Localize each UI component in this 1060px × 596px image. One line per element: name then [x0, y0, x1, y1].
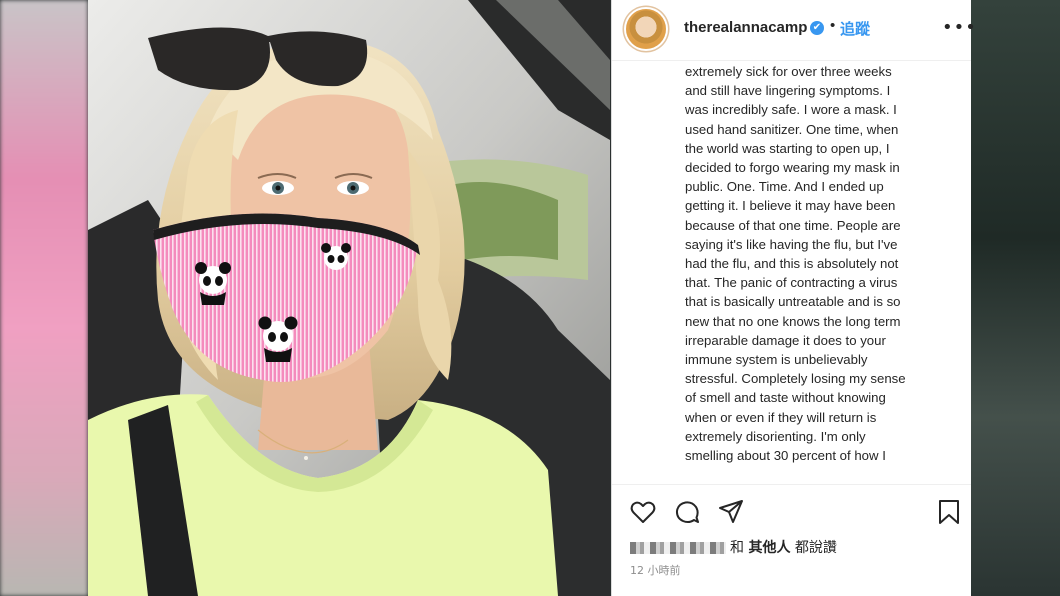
likes-others[interactable]: 其他人	[748, 540, 790, 556]
caption-line: that. The panic of contracting a virus	[685, 275, 898, 291]
post-timestamp[interactable]: 12 小時前	[630, 562, 681, 578]
caption-line: stressful. Completely losing my sense	[685, 371, 906, 387]
caption-line: getting it. I believe it may have been	[685, 198, 896, 214]
caption-line: because of that one time. People are	[685, 217, 901, 233]
avatar[interactable]	[626, 9, 666, 49]
blurred-background-left	[0, 0, 88, 596]
caption-line: public. One. Time. And I ended up	[685, 179, 884, 195]
likes-summary[interactable]: 和 其他人 都說讚	[630, 537, 837, 557]
caption-line: the world was starting to open up, I	[685, 140, 890, 156]
redacted-liker-names	[630, 542, 726, 554]
follow-button[interactable]: 追蹤	[840, 18, 870, 39]
caption-line: had the flu, and this is absolutely not	[685, 256, 899, 272]
blurred-background-right	[970, 0, 1060, 596]
post-header: therealannacamp ✔ • 追蹤 •••	[612, 0, 976, 61]
verified-badge-icon: ✔	[810, 21, 824, 35]
caption-line: decided to forgo wearing my mask in	[685, 160, 900, 176]
caption-line: new that no one knows the long term	[685, 313, 901, 329]
caption-line: used hand sanitizer. One time, when	[685, 121, 899, 137]
caption-line: when or even if they will return is	[685, 409, 877, 425]
caption-line: extremely disorienting. I'm only	[685, 428, 866, 444]
divider	[612, 484, 971, 485]
comment-icon[interactable]	[673, 498, 701, 526]
caption-line: that is basically untreatable and is so	[685, 294, 901, 310]
instagram-post-panel: therealannacamp ✔ • 追蹤 ••• extremely sic…	[611, 0, 976, 596]
username-link[interactable]: therealannacamp	[684, 19, 807, 36]
dot-separator: •	[830, 17, 836, 34]
heart-icon[interactable]	[629, 498, 657, 526]
more-options-icon[interactable]: •••	[942, 17, 977, 38]
share-icon[interactable]	[717, 498, 745, 526]
caption-line: was incredibly safe. I wore a mask. I	[685, 102, 897, 118]
bookmark-icon[interactable]	[935, 498, 963, 526]
likes-prefix: 和	[730, 540, 744, 556]
caption-line: and still have lingering symptoms. I	[685, 83, 891, 99]
post-caption: extremely sick for over three weeks and s…	[685, 62, 969, 478]
caption-line: irreparable damage it does to your	[685, 332, 886, 348]
caption-line: extremely sick for over three weeks	[685, 64, 892, 79]
caption-line: saying it's like having the flu, but I'v…	[685, 236, 898, 252]
caption-line: of smell and taste without knowing	[685, 390, 886, 406]
caption-line: immune system is unbelievably	[685, 352, 868, 368]
caption-line: smelling about 30 percent of how I	[685, 448, 886, 464]
post-photo	[88, 0, 610, 596]
likes-suffix: 都說讚	[794, 540, 837, 556]
selfie-illustration	[88, 0, 610, 596]
